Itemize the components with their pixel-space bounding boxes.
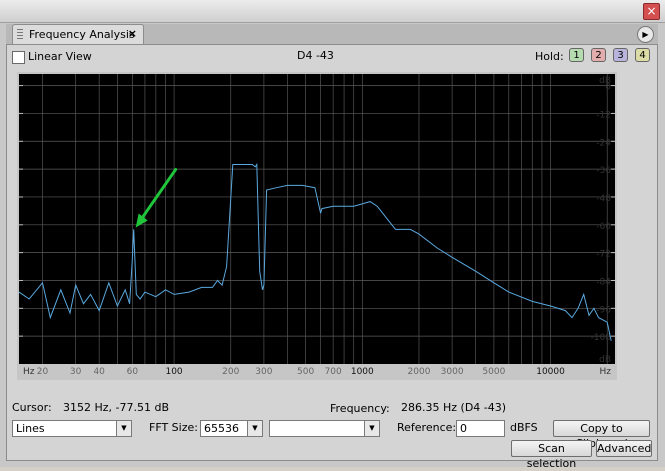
y-tick-label: -24 xyxy=(596,138,611,148)
y-tick-label: -72 xyxy=(596,250,611,260)
fft-size-value: 65536 xyxy=(204,422,239,435)
window-close-button[interactable]: × xyxy=(643,3,660,20)
x-tick-label: 500 xyxy=(297,367,314,377)
x-tick-label: 100 xyxy=(165,367,182,377)
chevron-down-icon: ▼ xyxy=(247,421,262,436)
y-tick-label: -84 xyxy=(596,277,611,287)
note-readout: D4 -43 xyxy=(297,49,334,62)
y-unit-label: dB xyxy=(599,76,611,86)
x-tick-label: 200 xyxy=(222,367,239,377)
advanced-button[interactable]: Advanced xyxy=(596,440,652,457)
tab-label: Frequency Analysis xyxy=(29,28,135,41)
fft-size-label: FFT Size: xyxy=(149,421,198,434)
hold-button-3[interactable]: 3 xyxy=(613,48,628,62)
x-unit-label: Hz xyxy=(23,367,35,377)
cursor-label: Cursor: xyxy=(12,401,52,414)
frequency-analysis-window: × Frequency Analysis × ▶ Linear View D4 … xyxy=(0,0,665,470)
panel-tab-strip: Frequency Analysis × ▶ xyxy=(6,24,658,44)
reference-label: Reference: xyxy=(397,421,457,434)
frequency-label: Frequency: xyxy=(330,402,390,415)
x-tick-label: 20 xyxy=(37,367,49,377)
panel-menu-icon[interactable]: ▶ xyxy=(637,26,654,43)
hold-label: Hold: xyxy=(535,50,564,63)
chevron-down-icon: ▼ xyxy=(364,421,379,436)
copy-to-clipboard-button[interactable]: Copy to Clipboard xyxy=(553,420,650,450)
linear-view-checkbox[interactable] xyxy=(12,51,25,64)
y-tick-label: -60 xyxy=(596,222,611,232)
hold-button-4[interactable]: 4 xyxy=(635,48,650,62)
tab-close-icon[interactable]: × xyxy=(128,27,137,40)
hold-button-1[interactable]: 1 xyxy=(569,48,584,62)
fft-size-select[interactable]: 65536 ▼ xyxy=(200,420,263,437)
window-function-select[interactable]: ▼ xyxy=(269,420,380,437)
display-mode-select[interactable]: Lines ▼ xyxy=(12,420,132,437)
x-tick-label: 60 xyxy=(127,367,139,377)
x-tick-label: 3000 xyxy=(441,367,464,377)
reference-input[interactable]: 0 xyxy=(456,420,505,437)
window-title-bar[interactable]: × xyxy=(0,0,665,23)
frequency-readout: 286.35 Hz (D4 -43) xyxy=(401,401,507,414)
y-tick-label: -108 xyxy=(591,333,612,343)
y-tick-label: -12 xyxy=(596,110,611,120)
y-tick-label: -36 xyxy=(596,166,611,176)
scan-selection-button[interactable]: Scan selection xyxy=(511,440,592,470)
chevron-down-icon: ▼ xyxy=(116,421,131,436)
reference-unit: dBFS xyxy=(510,421,538,434)
x-tick-label: 1000 xyxy=(351,367,374,377)
frequency-analysis-panel: Linear View D4 -43 Hold: 1 2 3 4 0 -12 -24… xyxy=(6,44,658,470)
display-mode-value: Lines xyxy=(16,422,45,435)
x-tick-label: 300 xyxy=(255,367,272,377)
linear-view-label: Linear View xyxy=(28,50,92,63)
tab-frequency-analysis[interactable]: Frequency Analysis × xyxy=(12,24,144,44)
frequency-spectrum-graph[interactable]: 0-12-24-36-48-60-72-84-96-108dBdB 20 30 40… xyxy=(17,72,617,380)
x-unit-label: Hz xyxy=(600,367,612,377)
cursor-readout: 3152 Hz, -77.51 dB xyxy=(63,401,170,414)
y-tick-label: -96 xyxy=(596,305,611,315)
y-unit-label: dB xyxy=(599,355,611,365)
x-tick-label: 5000 xyxy=(482,367,505,377)
x-tick-label: 10000 xyxy=(536,367,565,377)
x-tick-label: 700 xyxy=(325,367,342,377)
y-tick-label: -48 xyxy=(596,194,611,204)
plot-area[interactable] xyxy=(19,74,615,364)
hold-button-2[interactable]: 2 xyxy=(591,48,606,62)
x-tick-label: 2000 xyxy=(408,367,431,377)
drag-grip-icon[interactable] xyxy=(17,29,23,40)
x-tick-label: 40 xyxy=(93,367,105,377)
x-tick-label: 30 xyxy=(70,367,82,377)
